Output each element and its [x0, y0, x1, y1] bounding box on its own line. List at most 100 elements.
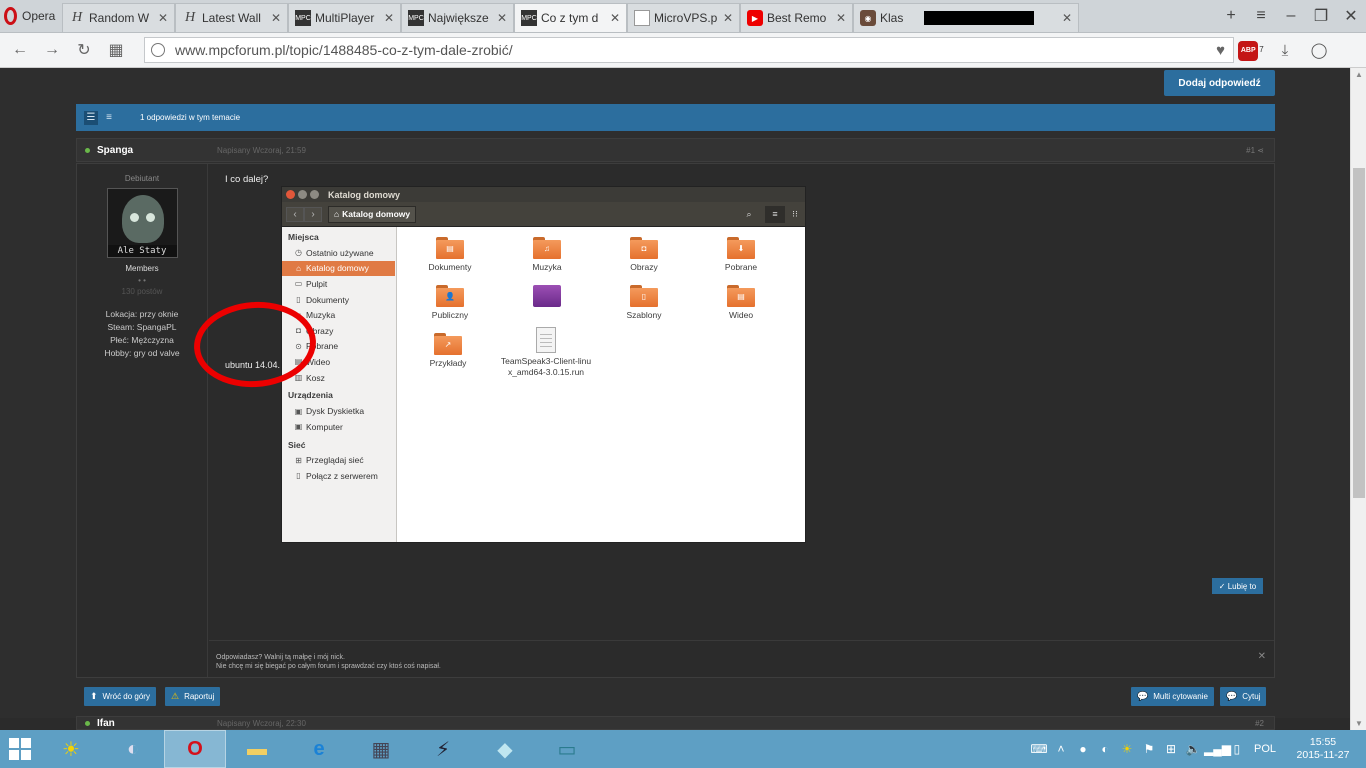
tab-menu-icon[interactable]: ≡ — [1246, 7, 1276, 25]
speed-dial-icon[interactable]: ▦ — [100, 40, 132, 60]
start-button[interactable] — [0, 730, 40, 768]
language-indicator[interactable]: POL — [1254, 743, 1276, 755]
close-window-icon[interactable]: ✕ — [1336, 6, 1366, 26]
folder-item: ◘ Obrazy — [600, 237, 688, 272]
post-author[interactable]: Ifan — [97, 718, 217, 729]
taskbar-app-opera-icon[interactable]: O — [164, 730, 226, 768]
chevron-up-icon[interactable]: ˄ — [1050, 742, 1072, 756]
post-number[interactable]: #2 — [1255, 719, 1264, 728]
speech-bubble-icon: 💬 — [1137, 691, 1149, 701]
taskbar-app-ie-icon[interactable]: e — [288, 730, 350, 768]
profile-icon[interactable]: ◯ — [1302, 41, 1336, 59]
sidebar-header-places: Miejsca — [288, 232, 319, 242]
clock[interactable]: 15:55 2015-11-27 — [1288, 736, 1358, 762]
home-icon: ⌂ — [334, 209, 340, 219]
close-tab-icon[interactable]: ✕ — [723, 11, 733, 25]
clock-time: 15:55 — [1309, 736, 1337, 748]
avatar[interactable]: Ale Staty — [106, 188, 178, 258]
browser-tab[interactable]: MPC MultiPlayer ✕ — [288, 3, 401, 32]
hide-signature-icon[interactable]: ✕ — [1258, 651, 1266, 662]
folder-item: ▤ Wideo — [697, 285, 785, 320]
tray-windows-icon[interactable]: ⊞ — [1160, 742, 1182, 756]
keyboard-icon[interactable]: ⌨ — [1028, 742, 1050, 756]
back-to-top-button[interactable]: ⬆ Wróć do góry — [84, 687, 156, 706]
minimize-icon[interactable]: – — [1276, 7, 1306, 25]
h-icon: H — [184, 10, 196, 25]
redaction-bar — [924, 11, 1034, 25]
report-button[interactable]: ⚠ Raportuj — [165, 687, 221, 706]
bookmark-heart-icon[interactable]: ♥ — [1216, 42, 1225, 59]
flag-icon[interactable]: ⚑ — [1138, 742, 1160, 756]
close-tab-icon[interactable]: ✕ — [1062, 11, 1072, 25]
download-icon[interactable]: ⤓ — [1268, 42, 1302, 59]
folder-item: 👤 Publiczny — [406, 285, 494, 320]
multiquote-button[interactable]: 💬 Multi cytowanie — [1131, 687, 1214, 706]
browser-tab[interactable]: H Random W ✕ — [62, 3, 175, 32]
embedded-file-manager-screenshot: Katalog domowy ‹ › ⌂ Katalog domowy ⌕ ≡ ⁝… — [281, 186, 806, 543]
folder-downloads-icon: ⬇ — [727, 237, 755, 259]
opera-menu-button[interactable]: Opera — [0, 0, 62, 32]
list-view-icon[interactable]: ☰ — [84, 110, 98, 125]
close-tab-icon[interactable]: ✕ — [384, 11, 394, 25]
chevron-right-icon: › — [304, 206, 322, 222]
opera-logo-icon — [4, 6, 17, 25]
add-reply-button[interactable]: Dodaj odpowiedź — [1164, 70, 1275, 96]
signature-line: Nie chcę mi się biegać po całym forum i … — [216, 663, 441, 670]
share-icon[interactable]: ⋖ — [1257, 146, 1264, 155]
new-tab-icon[interactable]: + — [1216, 7, 1246, 25]
scroll-down-icon[interactable]: ▼ — [1351, 719, 1366, 728]
reply-count: 1 odpowiedzi w tym temacie — [140, 113, 241, 122]
browser-tab-active[interactable]: MPC Co z tym d ✕ — [514, 3, 627, 32]
back-icon[interactable]: ← — [4, 41, 36, 59]
browser-tab[interactable]: ▶ Best Remo ✕ — [740, 3, 853, 32]
browser-tab[interactable]: MicroVPS.p ✕ — [627, 3, 740, 32]
url-field[interactable]: www.mpcforum.pl/topic/1488485-co-z-tym-d… — [144, 37, 1234, 63]
taskbar-app-cube-icon[interactable]: ◆ — [474, 730, 536, 768]
scroll-thumb[interactable] — [1353, 168, 1365, 498]
clock-icon: ◷ — [295, 248, 302, 258]
volume-icon[interactable]: 🔈 — [1182, 742, 1204, 756]
close-tab-icon[interactable]: ✕ — [271, 11, 281, 25]
signal-icon[interactable]: ▂▄▆ — [1204, 742, 1231, 756]
tray-sun-icon[interactable]: ☀ — [1116, 742, 1138, 756]
topic-bar: ☰ ≡ 1 odpowiedzi w tym temacie — [76, 104, 1275, 131]
server-icon: ▯ — [296, 471, 301, 481]
arrow-up-icon: ⬆ — [90, 691, 98, 701]
post-text: I co dalej? — [225, 174, 269, 185]
taskbar-app-sun-icon[interactable]: ☀ — [40, 730, 102, 768]
avatar-eye — [129, 213, 139, 222]
reload-icon[interactable]: ↻ — [68, 40, 100, 60]
close-tab-icon[interactable]: ✕ — [610, 11, 620, 25]
post-number[interactable]: #1 ⋖ — [1246, 146, 1264, 155]
battery-icon[interactable]: ▯ — [1226, 742, 1248, 756]
adblock-plus-icon[interactable]: ABP 7 — [1234, 39, 1268, 61]
like-button[interactable]: ✓ Lubię to — [1212, 578, 1263, 594]
signature: Odpowiadasz? Walnij tą małpę i mój nick.… — [209, 640, 1274, 676]
forward-icon[interactable]: → — [36, 41, 68, 59]
browser-tab[interactable]: ◉ Klas ✕ — [853, 3, 1079, 32]
close-tab-icon[interactable]: ✕ — [497, 11, 507, 25]
taskbar-app-putty-icon[interactable]: ⚡ — [412, 730, 474, 768]
nautilus-toolbar: ‹ › ⌂ Katalog domowy ⌕ ≡ ⁝⁝ — [282, 202, 805, 227]
folder-templates-icon: ▯ — [630, 285, 658, 307]
close-tab-icon[interactable]: ✕ — [836, 11, 846, 25]
taskbar-app-network-icon[interactable]: ▦ — [350, 730, 412, 768]
clock-date: 2015-11-27 — [1296, 749, 1350, 761]
system-tray: ⌨ ˄ ● ◐ ☀ ⚑ ⊞ 🔈 ▂▄▆ ▯ POL 15:55 2015-11-… — [1028, 730, 1366, 768]
tray-skype-icon[interactable]: ◐ — [1094, 742, 1116, 756]
maximize-icon[interactable]: ❐ — [1306, 6, 1336, 26]
post-author[interactable]: Spanga — [97, 145, 217, 156]
floppy-icon: ▣ — [294, 406, 303, 416]
h-icon: H — [71, 10, 83, 25]
browser-tab[interactable]: MPC Największe ✕ — [401, 3, 514, 32]
taskbar-app-steam-icon[interactable]: ◐ — [102, 730, 164, 768]
tray-sphere-icon[interactable]: ● — [1072, 742, 1094, 756]
quote-button[interactable]: 💬 Cytuj — [1220, 687, 1267, 706]
close-tab-icon[interactable]: ✕ — [158, 11, 168, 25]
browser-tab[interactable]: H Latest Wall ✕ — [175, 3, 288, 32]
threaded-view-icon[interactable]: ≡ — [102, 111, 116, 125]
taskbar-app-vm-icon[interactable]: ▭ — [536, 730, 598, 768]
page-scrollbar[interactable]: ▲ ▼ — [1350, 68, 1366, 730]
taskbar-app-explorer-icon[interactable]: ▬ — [226, 730, 288, 768]
scroll-up-icon[interactable]: ▲ — [1351, 70, 1366, 79]
